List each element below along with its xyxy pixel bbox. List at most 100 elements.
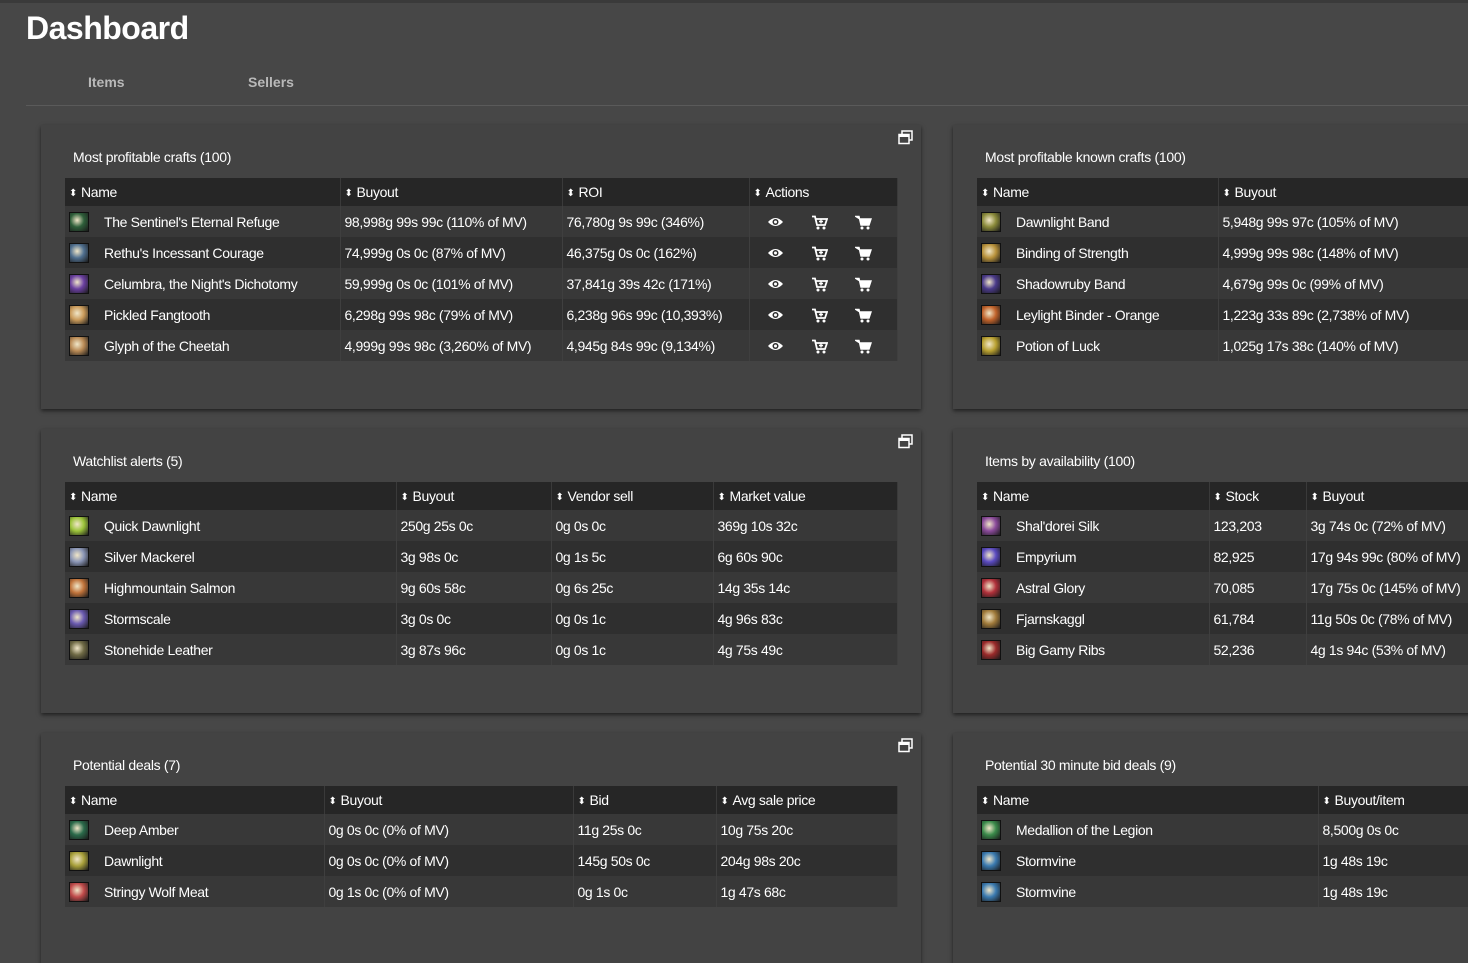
window-maximize-icon[interactable] (898, 738, 914, 753)
table-row[interactable]: Medallion of the Legion 8,500g 0s 0c (977, 814, 1468, 845)
column-header-bid[interactable]: ⬍ Bid (573, 786, 717, 814)
item-name[interactable]: The Sentinel's Eternal Refuge (104, 214, 280, 230)
item-name-cell[interactable]: Empyrium (977, 541, 1210, 572)
tab-items[interactable]: Items (88, 74, 125, 90)
shopping-cart-icon[interactable] (842, 244, 886, 261)
item-name[interactable]: Big Gamy Ribs (1016, 642, 1105, 658)
table-row[interactable]: The Sentinel's Eternal Refuge 98,998g 99s… (65, 206, 898, 237)
item-name-cell[interactable]: Highmountain Salmon (65, 572, 397, 603)
item-name[interactable]: Silver Mackerel (104, 549, 195, 565)
column-header-avg-sale-price[interactable]: ⬍ Avg sale price (716, 786, 898, 814)
item-name-cell[interactable]: Deep Amber (65, 814, 325, 845)
item-name-cell[interactable]: Pickled Fangtooth (65, 299, 341, 330)
item-name-cell[interactable]: Stormvine (977, 845, 1319, 876)
item-name-cell[interactable]: Shal'dorei Silk (977, 510, 1210, 541)
column-header-buyout[interactable]: ⬍ Buyout (396, 482, 552, 510)
view-eye-icon[interactable] (754, 275, 798, 291)
item-name[interactable]: Binding of Strength (1016, 245, 1129, 261)
item-name[interactable]: Potion of Luck (1016, 338, 1100, 354)
item-name-cell[interactable]: The Sentinel's Eternal Refuge (65, 206, 341, 237)
table-row[interactable]: Stormscale 3g 0s 0c 0g 0s 1c 4g 96s 83c (65, 603, 898, 634)
item-name[interactable]: Stormscale (104, 611, 171, 627)
item-name-cell[interactable]: Rethu's Incessant Courage (65, 237, 341, 268)
column-header-name[interactable]: ⬍ Name (977, 786, 1319, 814)
column-header-buyout-item[interactable]: ⬍ Buyout/item (1318, 786, 1468, 814)
shopping-cart-icon[interactable] (842, 213, 886, 230)
item-name-cell[interactable]: Glyph of the Cheetah (65, 330, 341, 361)
column-header-vendor-sell[interactable]: ⬍ Vendor sell (551, 482, 714, 510)
item-name[interactable]: Quick Dawnlight (104, 518, 200, 534)
view-eye-icon[interactable] (754, 337, 798, 353)
item-name-cell[interactable]: Quick Dawnlight (65, 510, 397, 541)
item-name[interactable]: Empyrium (1016, 549, 1077, 565)
table-row[interactable]: Stringy Wolf Meat 0g 1s 0c (0% of MV) 0g 1… (65, 876, 898, 907)
table-row[interactable]: Deep Amber 0g 0s 0c (0% of MV) 11g 25s 0c 1… (65, 814, 898, 845)
item-name[interactable]: Stormvine (1016, 853, 1076, 869)
item-name-cell[interactable]: Potion of Luck (977, 330, 1219, 361)
item-name[interactable]: Fjarnskaggl (1016, 611, 1085, 627)
shopping-cart-icon[interactable] (842, 337, 886, 354)
item-name[interactable]: Highmountain Salmon (104, 580, 235, 596)
item-name[interactable]: Astral Glory (1016, 580, 1085, 596)
item-name[interactable]: Rethu's Incessant Courage (104, 245, 264, 261)
column-header-buyout[interactable]: ⬍ Buyout (1306, 482, 1468, 510)
item-name-cell[interactable]: Leylight Binder - Orange (977, 299, 1219, 330)
table-row[interactable]: Stormvine 1g 48s 19c (977, 876, 1468, 907)
table-row[interactable]: Celumbra, the Night's Dichotomy 59,999g 0… (65, 268, 898, 299)
item-name-cell[interactable]: Big Gamy Ribs (977, 634, 1210, 665)
window-maximize-icon[interactable] (898, 130, 914, 145)
view-eye-icon[interactable] (754, 213, 798, 229)
add-to-cart-icon[interactable] (798, 275, 842, 292)
item-name-cell[interactable]: Celumbra, the Night's Dichotomy (65, 268, 341, 299)
add-to-cart-icon[interactable] (798, 306, 842, 323)
table-row[interactable]: Big Gamy Ribs 52,236 4g 1s 94c (53% of MV) (977, 634, 1468, 665)
item-name-cell[interactable]: Stormscale (65, 603, 397, 634)
table-row[interactable]: Dawnlight Band 5,948g 99s 97c (105% of MV… (977, 206, 1468, 237)
item-name[interactable]: Stringy Wolf Meat (104, 884, 209, 900)
item-name[interactable]: Dawnlight (104, 853, 163, 869)
tab-sellers[interactable]: Sellers (248, 74, 294, 90)
item-name-cell[interactable]: Medallion of the Legion (977, 814, 1319, 845)
item-name[interactable]: Dawnlight Band (1016, 214, 1110, 230)
table-row[interactable]: Stormvine 1g 48s 19c (977, 845, 1468, 876)
item-name-cell[interactable]: Astral Glory (977, 572, 1210, 603)
column-header-buyout[interactable]: ⬍ Buyout (340, 178, 563, 206)
table-row[interactable]: Rethu's Incessant Courage 74,999g 0s 0c (… (65, 237, 898, 268)
item-name[interactable]: Stonehide Leather (104, 642, 213, 658)
item-name[interactable]: Pickled Fangtooth (104, 307, 210, 323)
table-row[interactable]: Shadowruby Band 4,679g 99s 0c (99% of MV) (977, 268, 1468, 299)
column-header-name[interactable]: ⬍ Name (65, 178, 341, 206)
table-row[interactable]: Quick Dawnlight 250g 25s 0c 0g 0s 0c 369g 1… (65, 510, 898, 541)
table-row[interactable]: Empyrium 82,925 17g 94s 99c (80% of MV) (977, 541, 1468, 572)
window-maximize-icon[interactable] (898, 434, 914, 449)
item-name[interactable]: Shal'dorei Silk (1016, 518, 1099, 534)
view-eye-icon[interactable] (754, 244, 798, 260)
item-name[interactable]: Glyph of the Cheetah (104, 338, 230, 354)
column-header-roi[interactable]: ⬍ ROI (562, 178, 750, 206)
item-name-cell[interactable]: Fjarnskaggl (977, 603, 1210, 634)
table-row[interactable]: Astral Glory 70,085 17g 75s 0c (145% of MV… (977, 572, 1468, 603)
table-row[interactable]: Pickled Fangtooth 6,298g 99s 98c (79% of … (65, 299, 898, 330)
table-row[interactable]: Silver Mackerel 3g 98s 0c 0g 1s 5c 6g 60s 9… (65, 541, 898, 572)
add-to-cart-icon[interactable] (798, 244, 842, 261)
item-name[interactable]: Medallion of the Legion (1016, 822, 1153, 838)
shopping-cart-icon[interactable] (842, 306, 886, 323)
item-name-cell[interactable]: Shadowruby Band (977, 268, 1219, 299)
column-header-name[interactable]: ⬍ Name (65, 482, 397, 510)
item-name-cell[interactable]: Binding of Strength (977, 237, 1219, 268)
add-to-cart-icon[interactable] (798, 213, 842, 230)
column-header-stock[interactable]: ⬍ Stock (1209, 482, 1307, 510)
item-name-cell[interactable]: Dawnlight (65, 845, 325, 876)
table-row[interactable]: Fjarnskaggl 61,784 11g 50s 0c (78% of MV) (977, 603, 1468, 634)
table-row[interactable]: Highmountain Salmon 9g 60s 58c 0g 6s 25c 14… (65, 572, 898, 603)
column-header-actions[interactable]: ⬍ Actions (749, 178, 898, 206)
add-to-cart-icon[interactable] (798, 337, 842, 354)
column-header-buyout[interactable]: ⬍ Buyout (1218, 178, 1468, 206)
shopping-cart-icon[interactable] (842, 275, 886, 292)
item-name-cell[interactable]: Dawnlight Band (977, 206, 1219, 237)
column-header-market-value[interactable]: ⬍ Market value (713, 482, 898, 510)
item-name-cell[interactable]: Stringy Wolf Meat (65, 876, 325, 907)
column-header-name[interactable]: ⬍ Name (977, 178, 1219, 206)
item-name[interactable]: Deep Amber (104, 822, 179, 838)
column-header-name[interactable]: ⬍ Name (65, 786, 325, 814)
